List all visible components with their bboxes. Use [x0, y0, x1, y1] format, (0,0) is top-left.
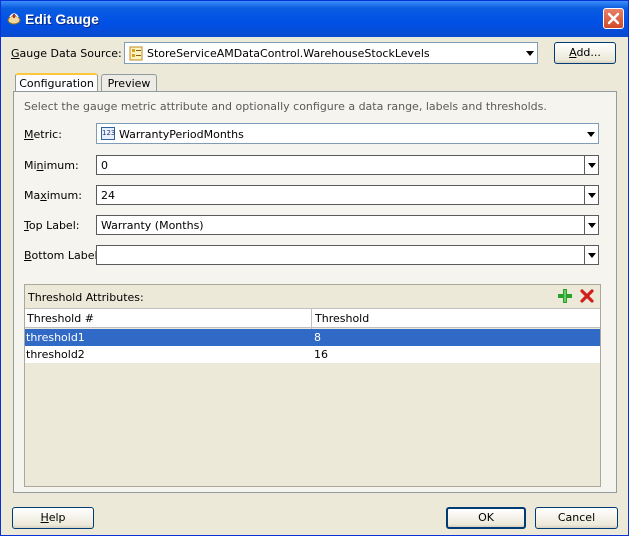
delete-threshold-button[interactable] — [580, 289, 594, 306]
close-icon — [607, 12, 620, 25]
gauge-app-icon — [7, 11, 21, 25]
numeric-type-icon: 123 — [101, 127, 115, 140]
chevron-down-icon[interactable] — [584, 156, 598, 174]
data-source-combo[interactable]: StoreServiceAMDataControl.WarehouseStock… — [124, 42, 538, 64]
chevron-down-icon[interactable] — [584, 216, 598, 234]
edit-gauge-dialog: Edit Gauge Gauge Data Source: StoreServi… — [0, 0, 629, 536]
metric-label: Metric: — [24, 128, 62, 141]
threshold-value-cell: 16 — [314, 348, 328, 361]
threshold-name-cell: threshold1 — [26, 331, 85, 344]
data-source-label: Gauge Data Source: — [11, 47, 122, 60]
chevron-down-icon[interactable] — [584, 246, 598, 264]
data-control-icon — [129, 46, 144, 64]
chevron-down-icon[interactable] — [584, 124, 598, 143]
threshold-value-cell: 8 — [314, 331, 321, 344]
maximum-label: Maximum: — [24, 189, 82, 202]
title-bar[interactable]: Edit Gauge — [1, 1, 628, 37]
column-header-threshold[interactable]: Threshold — [315, 312, 369, 325]
metric-value: WarrantyPeriodMonths — [119, 128, 244, 141]
threshold-table: Threshold # Threshold threshold1 8 thres… — [25, 308, 600, 486]
table-row[interactable]: threshold1 8 — [25, 329, 600, 346]
column-divider[interactable] — [311, 309, 312, 329]
plus-icon — [558, 289, 572, 303]
ok-button[interactable]: OK — [446, 507, 526, 529]
top-label-value: Warranty (Months) — [101, 219, 204, 232]
chevron-down-icon[interactable] — [523, 43, 537, 63]
table-row[interactable]: threshold2 16 — [25, 346, 600, 363]
top-label-field[interactable]: Warranty (Months) — [96, 215, 599, 235]
bottom-label-field[interactable] — [96, 245, 599, 265]
delete-x-icon — [580, 289, 594, 303]
maximum-value: 24 — [101, 189, 115, 202]
add-threshold-button[interactable] — [558, 289, 572, 306]
window-title: Edit Gauge — [25, 11, 99, 27]
metric-combo[interactable]: 123 WarrantyPeriodMonths — [96, 123, 599, 144]
chevron-down-icon[interactable] — [584, 186, 598, 204]
add-data-source-button[interactable]: Add... — [554, 42, 616, 64]
hint-text: Select the gauge metric attribute and op… — [24, 100, 547, 113]
data-source-value: StoreServiceAMDataControl.WarehouseStock… — [147, 47, 430, 60]
threshold-attributes-title: Threshold Attributes: — [28, 291, 144, 304]
minimum-field[interactable]: 0 — [96, 155, 599, 175]
tab-configuration[interactable]: Configuration — [15, 73, 98, 93]
threshold-name-cell: threshold2 — [26, 348, 85, 361]
top-label-label: Top Label: — [24, 219, 80, 232]
column-header-threshold-number[interactable]: Threshold # — [27, 312, 94, 325]
minimum-value: 0 — [101, 159, 108, 172]
maximum-field[interactable]: 24 — [96, 185, 599, 205]
cancel-button[interactable]: Cancel — [535, 507, 618, 529]
help-button[interactable]: Help — [12, 507, 94, 529]
bottom-label-label: Bottom Label: — [24, 249, 102, 262]
close-button[interactable] — [603, 8, 624, 29]
minimum-label: Minimum: — [24, 159, 79, 172]
table-header: Threshold # Threshold — [25, 308, 600, 329]
